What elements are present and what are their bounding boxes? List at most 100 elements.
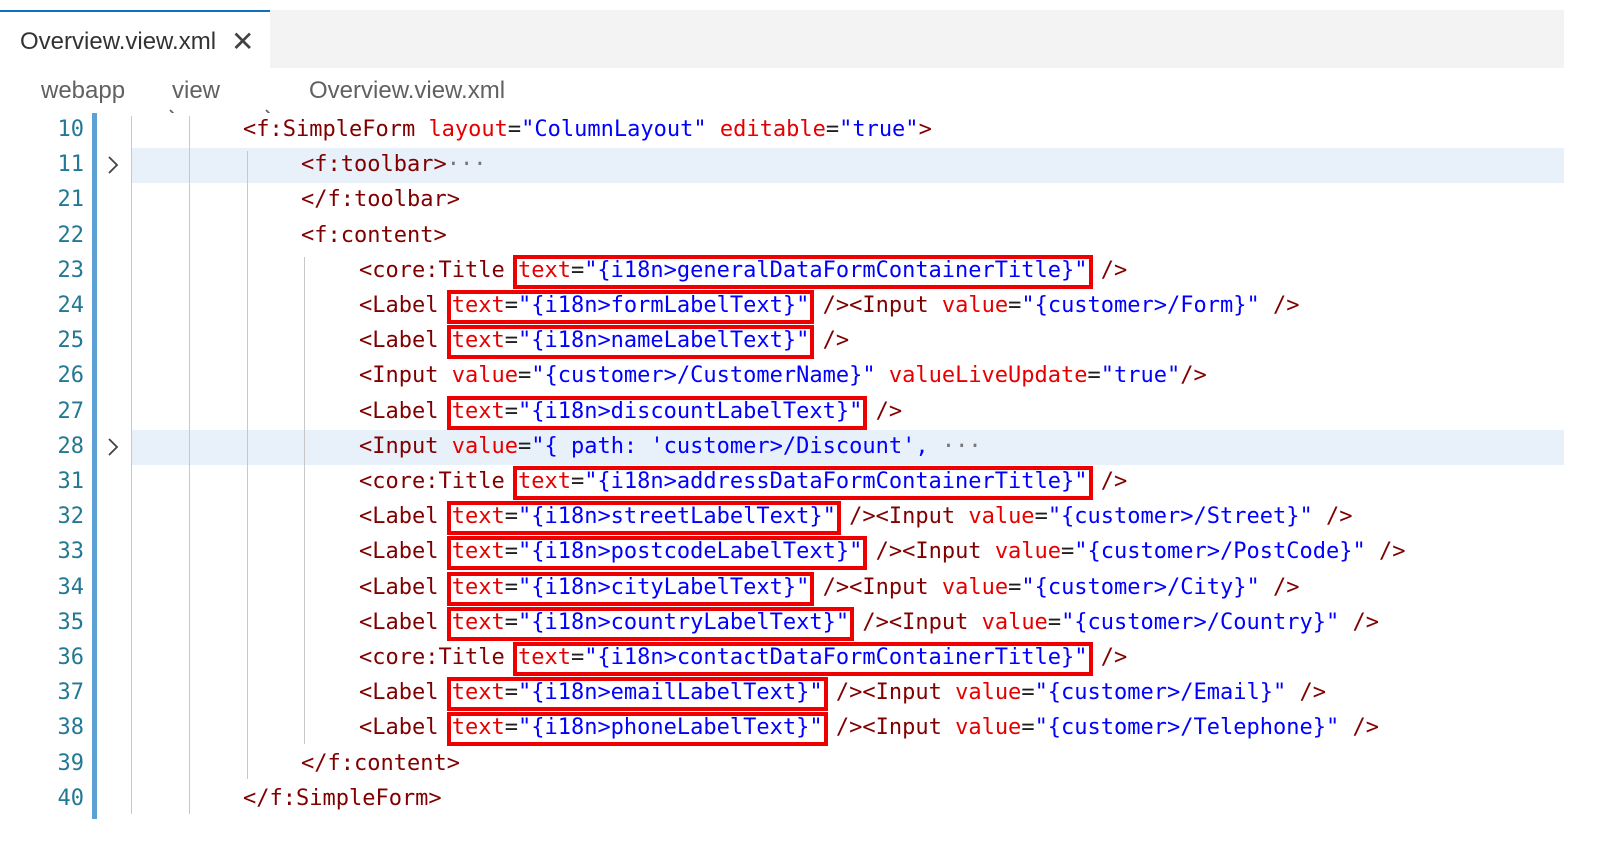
punctuation <box>438 539 451 564</box>
code-line[interactable]: 23 <core:Title text="{i18n>generalDataFor… <box>0 254 1564 289</box>
xml-tag: /><Input <box>822 293 929 318</box>
code-text: <core:Title text="{i18n>addressDataFormC… <box>359 468 1127 496</box>
code-text: <Label text="{i18n>postcodeLabelText}" /… <box>359 538 1405 566</box>
xml-attribute-value: "{i18n>nameLabelText}" <box>517 328 810 354</box>
punctuation: = <box>504 504 518 530</box>
punctuation: = <box>504 680 518 706</box>
xml-tag: /> <box>1352 609 1379 635</box>
xml-tag: <Label <box>359 398 439 424</box>
punctuation <box>929 575 942 600</box>
xml-tag: <Label <box>359 328 439 354</box>
punctuation <box>438 434 451 459</box>
code-line[interactable]: 24 <Label text="{i18n>formLabelText}" /><… <box>0 289 1564 324</box>
code-line[interactable]: 11 <f:toolbar>··· <box>0 148 1564 184</box>
punctuation: = <box>504 715 518 741</box>
punctuation <box>1286 680 1299 705</box>
close-icon[interactable]: ✕ <box>231 25 254 58</box>
code-text: <core:Title text="{i18n>contactDataFormC… <box>359 644 1127 672</box>
code-text: <f:toolbar>··· <box>301 151 486 179</box>
code-line[interactable]: 28 <Input value="{ path: 'customer>/Disco… <box>0 429 1564 465</box>
code-text: <Label text="{i18n>nameLabelText}" /> <box>359 327 849 355</box>
punctuation <box>438 715 451 740</box>
code-line[interactable]: 32 <Label text="{i18n>streetLabelText}" /… <box>0 500 1564 535</box>
line-number: 22 <box>57 222 85 248</box>
xml-attribute: value <box>451 363 518 389</box>
line-number: 40 <box>57 785 85 811</box>
punctuation <box>809 575 822 600</box>
indent-guide <box>304 256 305 744</box>
code-line[interactable]: 27 <Label text="{i18n>discountLabelText}"… <box>0 395 1564 430</box>
code-line[interactable]: 21 </f:toolbar> <box>0 183 1564 218</box>
code-text: <Label text="{i18n>phoneLabelText}" /><I… <box>359 714 1379 742</box>
code-line[interactable]: 26 <Input value="{customer>/CustomerName}… <box>0 359 1564 394</box>
xml-tag: /> <box>1325 504 1353 530</box>
code-text: <Label text="{i18n>countryLabelText}" />… <box>359 609 1379 637</box>
code-line[interactable]: 38 <Label text="{i18n>phoneLabelText}" />… <box>0 711 1564 746</box>
xml-attribute: value <box>994 539 1062 565</box>
chevron-right-icon[interactable] <box>104 151 122 179</box>
code-line[interactable]: 36 <core:Title text="{i18n>contactDataFor… <box>0 641 1564 676</box>
punctuation <box>1339 715 1352 740</box>
punctuation <box>438 504 451 529</box>
line-number: 33 <box>57 539 85 565</box>
code-line[interactable]: 39 </f:content> <box>0 747 1564 782</box>
xml-tag: <Label <box>359 680 439 706</box>
punctuation <box>1088 258 1101 283</box>
punctuation: = <box>507 117 522 142</box>
xml-tag: </f:toolbar> <box>301 187 460 213</box>
xml-tag: /> <box>1273 574 1300 600</box>
code-line[interactable]: 31 <core:Title text="{i18n>addressDataFor… <box>0 465 1564 500</box>
xml-attribute-value: "{customer>/Country}" <box>1061 609 1340 635</box>
tab-label: Overview.view.xml <box>20 28 217 55</box>
xml-attribute-value: "{i18n>contactDataFormContainerTitle}" <box>584 645 1088 670</box>
breadcrumb-item-file[interactable]: Overview.view.xml <box>309 77 505 105</box>
code-line[interactable]: 22 <f:content> <box>0 219 1564 254</box>
xml-attribute: valueLiveUpdate <box>888 363 1088 389</box>
xml-attribute-value: "true" <box>839 117 919 142</box>
tab-overview-view-xml[interactable]: Overview.view.xml ✕ <box>0 10 270 68</box>
punctuation <box>438 293 451 318</box>
punctuation <box>505 645 518 670</box>
punctuation: = <box>1021 680 1035 706</box>
punctuation <box>1366 539 1379 564</box>
xml-tag: /> <box>1180 363 1207 389</box>
code-line[interactable]: 40 </f:SimpleForm> <box>0 782 1564 817</box>
punctuation <box>876 363 889 388</box>
punctuation: = <box>517 433 532 459</box>
xml-attribute: value <box>941 293 1009 318</box>
code-text: <Label text="{i18n>streetLabelText}" /><… <box>359 503 1352 531</box>
xml-attribute: text <box>451 715 505 741</box>
chevron-right-icon[interactable] <box>104 433 122 461</box>
xml-attribute-value: "{i18n>streetLabelText}" <box>517 504 836 530</box>
code-editor[interactable]: 10 <f:SimpleForm layout="ColumnLayout" ed… <box>0 113 1564 833</box>
line-number: 10 <box>57 117 85 142</box>
folded-ellipsis: ··· <box>446 152 487 178</box>
xml-attribute-value: "{i18n>discountLabelText}" <box>517 398 863 424</box>
xml-attribute: text <box>451 574 505 600</box>
code-line[interactable]: 33 <Label text="{i18n>postcodeLabelText}"… <box>0 535 1564 570</box>
breadcrumb-item-webapp[interactable]: webapp <box>41 77 125 105</box>
xml-attribute-value: "{i18n>phoneLabelText}" <box>517 715 823 741</box>
code-line[interactable]: 35 <Label text="{i18n>countryLabelText}" … <box>0 606 1564 641</box>
breadcrumb-item-view[interactable]: view <box>172 77 220 105</box>
line-number: 11 <box>57 152 85 178</box>
code-line[interactable]: 37 <Label text="{i18n>emailLabelText}" />… <box>0 676 1564 711</box>
line-number: 27 <box>57 398 85 424</box>
line-number: 37 <box>57 680 85 706</box>
line-number: 34 <box>57 574 85 600</box>
xml-attribute-value: "ColumnLayout" <box>521 117 707 142</box>
code-text: <f:SimpleForm layout="ColumnLayout" edit… <box>243 116 932 144</box>
punctuation: = <box>1087 363 1101 389</box>
xml-attribute: value <box>941 574 1009 600</box>
xml-attribute: editable <box>719 117 826 142</box>
code-text: </f:content> <box>301 750 460 778</box>
punctuation <box>438 399 451 424</box>
xml-attribute: value <box>968 504 1035 530</box>
xml-attribute-value: "{i18n>generalDataFormContainerTitle}" <box>584 257 1088 283</box>
code-line[interactable]: 25 <Label text="{i18n>nameLabelText}" /> <box>0 324 1564 359</box>
code-line[interactable]: 34 <Label text="{i18n>cityLabelText}" /><… <box>0 571 1564 606</box>
punctuation <box>823 715 836 740</box>
code-line[interactable]: 10 <f:SimpleForm layout="ColumnLayout" ed… <box>0 113 1564 148</box>
punctuation <box>1313 504 1326 529</box>
punctuation: = <box>1008 293 1022 318</box>
